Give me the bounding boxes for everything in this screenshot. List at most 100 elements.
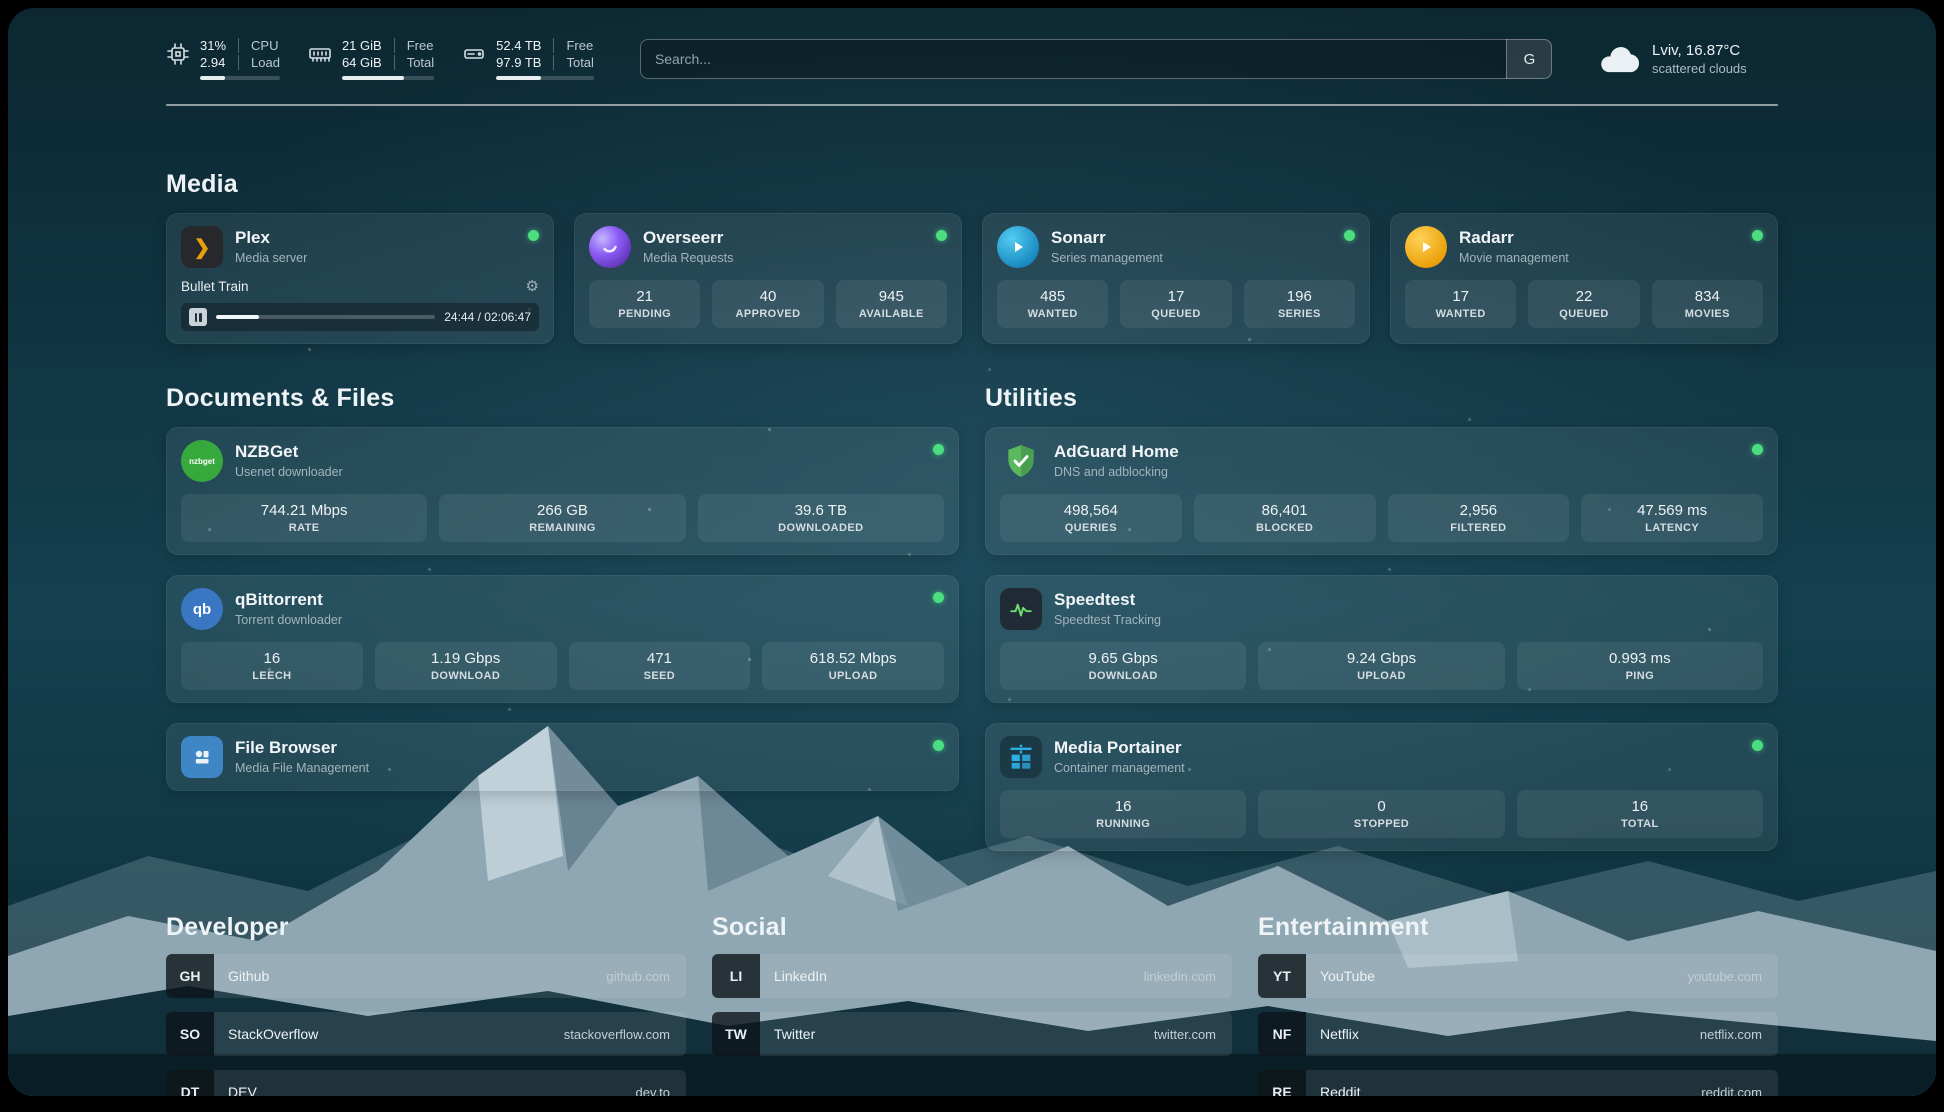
search-bar: G [640, 39, 1552, 79]
bookmark-domain: twitter.com [1154, 1027, 1216, 1042]
bookmark-youtube[interactable]: YT YouTube youtube.com [1258, 954, 1778, 998]
stat-tile: 196SERIES [1244, 280, 1355, 328]
bookmark-twitter[interactable]: TW Twitter twitter.com [712, 1012, 1232, 1056]
stat-tile: 834MOVIES [1652, 280, 1763, 328]
stat-tile: 17QUEUED [1120, 280, 1231, 328]
stat-tile: 0STOPPED [1258, 790, 1504, 838]
bookmark-domain: stackoverflow.com [564, 1027, 670, 1042]
stat-tile: 22QUEUED [1528, 280, 1639, 328]
plex-icon: ❯ [181, 226, 223, 268]
radarr-icon [1405, 226, 1447, 268]
stat-tile: 21PENDING [589, 280, 700, 328]
cpu-load: 2.94 [200, 55, 238, 70]
status-online-dot [936, 230, 947, 241]
bookmark-abbr: SO [166, 1012, 214, 1056]
service-card-radarr[interactable]: Radarr Movie management 17WANTED 22QUEUE… [1390, 213, 1778, 344]
bookmark-linkedin[interactable]: LI LinkedIn linkedin.com [712, 954, 1232, 998]
weather-condition: scattered clouds [1652, 61, 1747, 76]
card-subtitle: Series management [1051, 251, 1163, 266]
card-subtitle: Movie management [1459, 251, 1569, 266]
settings-gear-icon[interactable]: ⚙ [526, 277, 539, 295]
stat-tile: 744.21 MbpsRATE [181, 494, 427, 542]
card-subtitle: DNS and adblocking [1054, 465, 1179, 480]
bookmark-name: Twitter [774, 1026, 815, 1042]
bookmark-name: Reddit [1320, 1084, 1360, 1096]
bookmark-stackoverflow[interactable]: SO StackOverflow stackoverflow.com [166, 1012, 686, 1056]
service-card-nzbget[interactable]: nzbget NZBGet Usenet downloader 744.21 M… [166, 427, 959, 555]
card-title: File Browser [235, 738, 369, 758]
pause-button[interactable] [189, 308, 207, 326]
qbittorrent-icon: qb [181, 588, 223, 630]
weather-location: Lviv, 16.87°C [1652, 42, 1747, 59]
memory-total-label: Total [394, 55, 434, 70]
developer-section-title: Developer [166, 913, 686, 942]
card-subtitle: Torrent downloader [235, 613, 342, 628]
bookmark-abbr: NF [1258, 1012, 1306, 1056]
utilities-section: Utilities [985, 384, 1778, 851]
search-input[interactable] [640, 39, 1552, 79]
speedtest-icon [1000, 588, 1042, 630]
cpu-load-label: Load [238, 55, 280, 70]
card-title: Radarr [1459, 228, 1569, 248]
disk-free: 52.4 TB [496, 38, 553, 53]
memory-icon [308, 42, 332, 66]
entertainment-section-title: Entertainment [1258, 913, 1778, 942]
documents-section: Documents & Files nzbget NZBGet Usenet d… [166, 384, 959, 851]
bookmark-github[interactable]: GH Github github.com [166, 954, 686, 998]
memory-free-label: Free [394, 38, 434, 53]
stat-tile: 266 GBREMAINING [439, 494, 685, 542]
status-online-dot [1752, 740, 1763, 751]
media-section-title: Media [166, 170, 1778, 199]
disk-total-label: Total [553, 55, 593, 70]
bookmark-domain: dev.to [636, 1085, 670, 1097]
card-title: Sonarr [1051, 228, 1163, 248]
bookmark-domain: linkedin.com [1144, 969, 1216, 984]
bookmark-reddit[interactable]: RE Reddit reddit.com [1258, 1070, 1778, 1096]
service-card-speedtest[interactable]: Speedtest Speedtest Tracking 9.65 GbpsDO… [985, 575, 1778, 703]
card-subtitle: Media Requests [643, 251, 733, 266]
bookmark-name: Github [228, 968, 269, 984]
header-divider [166, 104, 1778, 106]
stat-tile: 1.19 GbpsDOWNLOAD [375, 642, 557, 690]
card-subtitle: Usenet downloader [235, 465, 343, 480]
playback-progress-bar[interactable] [216, 315, 435, 319]
memory-usage-bar [342, 76, 434, 80]
bookmark-abbr: RE [1258, 1070, 1306, 1096]
plex-player-controls: 24:44 / 02:06:47 [181, 303, 539, 331]
card-subtitle: Container management [1054, 761, 1185, 776]
stat-tile: 17WANTED [1405, 280, 1516, 328]
service-card-portainer[interactable]: Media Portainer Container management 16R… [985, 723, 1778, 851]
service-card-adguard[interactable]: AdGuard Home DNS and adblocking 498,564Q… [985, 427, 1778, 555]
memory-free: 21 GiB [342, 38, 394, 53]
bookmark-abbr: LI [712, 954, 760, 998]
bookmark-name: LinkedIn [774, 968, 827, 984]
nzbget-icon: nzbget [181, 440, 223, 482]
service-card-overseerr[interactable]: Overseerr Media Requests 21PENDING 40APP… [574, 213, 962, 344]
card-subtitle: Media server [235, 251, 307, 266]
dashboard-screen: 31% CPU 2.94 Load [8, 8, 1936, 1096]
disk-total: 97.9 TB [496, 55, 553, 70]
stat-tile: 498,564QUERIES [1000, 494, 1182, 542]
bookmark-netflix[interactable]: NF Netflix netflix.com [1258, 1012, 1778, 1056]
stat-tile: 0.993 msPING [1517, 642, 1763, 690]
stat-tile: 16LEECH [181, 642, 363, 690]
search-provider-button[interactable]: G [1506, 39, 1552, 79]
service-card-plex[interactable]: ❯ Plex Media server Bullet Train ⚙ [166, 213, 554, 344]
service-card-sonarr[interactable]: Sonarr Series management 485WANTED 17QUE… [982, 213, 1370, 344]
card-title: Plex [235, 228, 307, 248]
portainer-icon [1000, 736, 1042, 778]
sonarr-icon [997, 226, 1039, 268]
social-bookmarks-section: Social LI LinkedIn linkedin.com TW Twitt… [712, 913, 1232, 1096]
stat-tile: 9.65 GbpsDOWNLOAD [1000, 642, 1246, 690]
system-widgets: 31% CPU 2.94 Load [166, 38, 594, 80]
service-card-filebrowser[interactable]: File Browser Media File Management [166, 723, 959, 791]
cpu-label: CPU [238, 38, 280, 53]
stat-tile: 618.52 MbpsUPLOAD [762, 642, 944, 690]
stat-tile: 9.24 GbpsUPLOAD [1258, 642, 1504, 690]
bookmark-dev[interactable]: DT DEV dev.to [166, 1070, 686, 1096]
bookmark-name: StackOverflow [228, 1026, 318, 1042]
service-card-qbittorrent[interactable]: qb qBittorrent Torrent downloader 16LEEC… [166, 575, 959, 703]
stat-tile: 16RUNNING [1000, 790, 1246, 838]
developer-bookmarks-section: Developer GH Github github.com SO StackO… [166, 913, 686, 1096]
entertainment-bookmarks-section: Entertainment YT YouTube youtube.com NF … [1258, 913, 1778, 1096]
